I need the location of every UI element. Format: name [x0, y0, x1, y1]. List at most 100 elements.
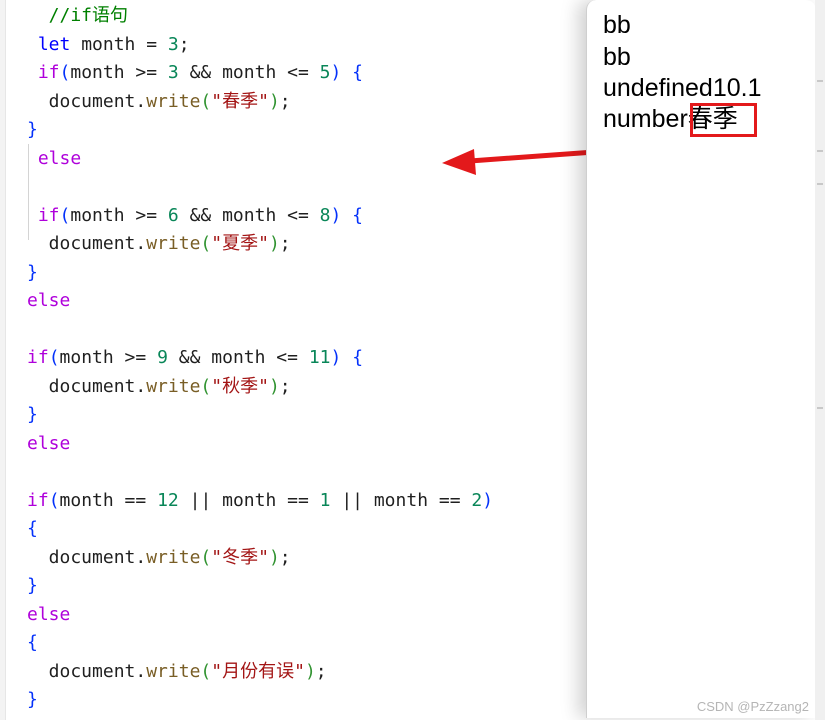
code-line[interactable]: if(month == 12 || month == 1 || month ==… [27, 487, 493, 515]
code-token: else [27, 147, 82, 169]
code-token: "夏季" [211, 233, 269, 254]
code-token: ) [304, 660, 316, 682]
code-token: 8 [319, 204, 331, 226]
code-token: { [27, 632, 38, 653]
code-token: } [27, 575, 38, 596]
code-token: let [27, 33, 71, 55]
code-token: if [27, 62, 60, 83]
code-token: 11 [308, 347, 331, 368]
code-token: ) [330, 204, 342, 226]
code-token: } [27, 404, 38, 425]
code-token: 5 [319, 62, 331, 83]
code-token: ) [330, 62, 342, 83]
code-line[interactable]: let month = 3; [27, 31, 190, 59]
code-token: ( [200, 660, 212, 682]
code-token: ; [279, 375, 291, 397]
output-line: bb [603, 11, 631, 39]
red-highlight-box [690, 103, 757, 137]
code-token: 9 [157, 347, 168, 368]
code-token: "冬季" [211, 546, 269, 568]
code-line[interactable]: document.write("夏季"); [27, 230, 291, 258]
code-line[interactable]: document.write("月份有误"); [27, 658, 327, 686]
code-line[interactable]: document.write("冬季"); [27, 544, 291, 572]
code-token: ; [279, 233, 291, 254]
code-token: ( [59, 204, 71, 226]
code-token: write [146, 90, 201, 112]
code-token: "春季" [211, 90, 269, 112]
code-token: document. [27, 375, 147, 397]
code-token: ( [200, 90, 212, 112]
code-line[interactable]: { [27, 515, 38, 543]
code-token: month >= [59, 347, 158, 368]
code-editor[interactable]: //if语句 let month = 3; if(month >= 3 && m… [0, 0, 585, 720]
code-line[interactable]: //if语句 [27, 2, 128, 30]
code-token: && month <= [178, 204, 320, 226]
code-line[interactable]: else [27, 145, 81, 173]
code-token: ) [268, 375, 280, 397]
code-token: document. [27, 90, 147, 112]
code-token: else [27, 290, 71, 311]
code-token: ) [268, 546, 280, 568]
code-token: ; [315, 660, 327, 682]
code-token: } [27, 689, 38, 710]
code-line[interactable]: { [27, 629, 38, 657]
code-line[interactable]: else [27, 601, 70, 629]
code-token: else [27, 432, 71, 454]
code-token: { [352, 347, 364, 368]
code-token: write [146, 375, 201, 397]
code-token: ) [482, 489, 494, 511]
code-line[interactable]: if(month >= 3 && month <= 5) { [27, 59, 363, 87]
code-token: 1 [319, 489, 331, 511]
code-token: ; [279, 546, 291, 568]
window-scrollbar[interactable] [815, 0, 825, 720]
code-token: if [27, 347, 49, 368]
output-line: undefined10.1 [603, 74, 762, 102]
code-line[interactable]: } [27, 116, 38, 144]
code-token: 3 [167, 33, 179, 55]
code-token: document. [27, 233, 147, 254]
code-token: ) [268, 233, 280, 254]
code-token: ( [48, 347, 60, 368]
code-line[interactable]: else [27, 430, 70, 458]
code-line[interactable]: } [27, 401, 38, 429]
code-token: ( [48, 489, 60, 511]
code-token: "秋季" [211, 375, 269, 397]
code-token: ( [59, 62, 71, 83]
code-token: 3 [167, 62, 179, 83]
code-token: write [146, 233, 201, 254]
code-token: } [27, 261, 38, 283]
code-token: { [352, 62, 364, 83]
code-line[interactable]: else [27, 287, 70, 315]
code-token: write [146, 660, 201, 682]
code-line[interactable]: if(month >= 6 && month <= 8) { [27, 202, 363, 230]
code-token: //if语句 [27, 5, 129, 26]
code-line[interactable]: } [27, 259, 38, 287]
code-token: 2 [471, 489, 483, 511]
code-token: || month == [178, 489, 320, 511]
code-line[interactable]: } [27, 686, 38, 714]
code-token: 12 [157, 489, 179, 511]
code-token: else [27, 603, 71, 625]
code-line[interactable]: } [27, 572, 38, 600]
code-line[interactable]: if(month >= 9 && month <= 11) { [27, 344, 363, 372]
code-token: } [27, 119, 38, 140]
code-token: { [352, 204, 364, 226]
code-line[interactable]: document.write("春季"); [27, 88, 291, 116]
watermark: CSDN @PzZzang2 [696, 699, 809, 714]
code-token: ) [330, 347, 342, 368]
editor-gutter [0, 0, 6, 720]
code-token: || month == [330, 489, 472, 511]
code-token: { [27, 518, 38, 539]
code-token: 6 [167, 204, 179, 226]
code-token: if [27, 204, 60, 226]
code-line[interactable]: document.write("秋季"); [27, 373, 291, 401]
code-token: ( [200, 546, 212, 568]
code-token: ; [279, 90, 291, 112]
code-token: month >= [70, 204, 168, 226]
code-token: month = [70, 33, 168, 55]
code-token: ; [178, 33, 190, 55]
code-token: && month <= [178, 62, 320, 83]
code-token: ) [268, 90, 280, 112]
